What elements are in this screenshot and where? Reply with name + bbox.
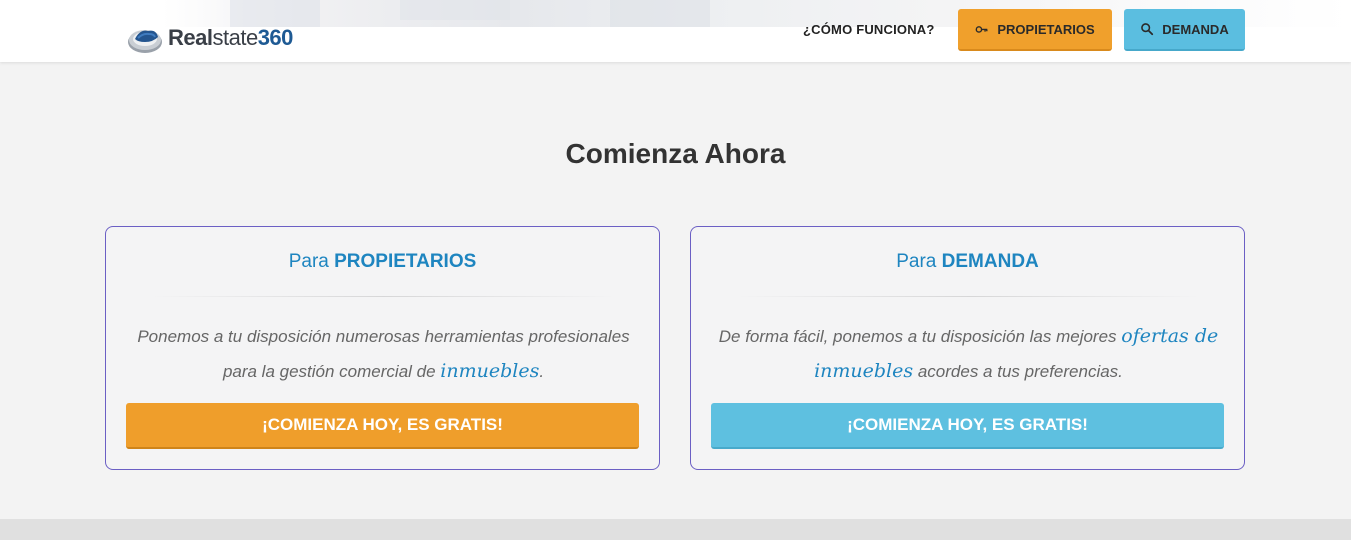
site-logo[interactable]: Realstate360 [126,18,293,58]
card-description: Ponemos a tu disposición numerosas herra… [137,327,630,382]
card-title: Para DEMANDA [896,251,1039,272]
key-icon [975,26,988,33]
card-description: De forma fácil, ponemos a tu disposición… [718,325,1219,382]
card-title: Para PROPIETARIOS [288,251,477,272]
demanda-nav-label: DEMANDA [1162,21,1229,37]
demanda-nav-button[interactable]: DEMANDA [1124,9,1245,51]
propietarios-nav-label: PROPIETARIOS [997,21,1095,37]
demanda-start-button[interactable]: ¡COMIENZA HOY, ES GRATIS! [711,403,1224,449]
nav-como-funciona-link[interactable]: ¿CÓMO FUNCIONA? [803,21,935,39]
logo-wordmark: Realstate360 [168,25,293,50]
footer-band [0,519,1351,540]
site-header: Realstate360 ¿CÓMO FUNCIONA? PROPIETARIO… [0,0,1351,62]
propietarios-nav-button[interactable]: PROPIETARIOS [958,9,1112,51]
demanda-card: Para DEMANDA De forma fácil, ponemos a t… [690,226,1245,470]
card-divider [736,296,1201,297]
logo-mark-icon [126,20,164,56]
search-icon [1141,23,1154,36]
propietarios-card: Para PROPIETARIOS Ponemos a tu disposici… [105,226,660,470]
card-divider [151,296,616,297]
propietarios-start-button[interactable]: ¡COMIENZA HOY, ES GRATIS! [126,403,639,449]
section-title: Comienza Ahora [565,138,786,169]
card-highlight: inmuebles [440,360,540,382]
